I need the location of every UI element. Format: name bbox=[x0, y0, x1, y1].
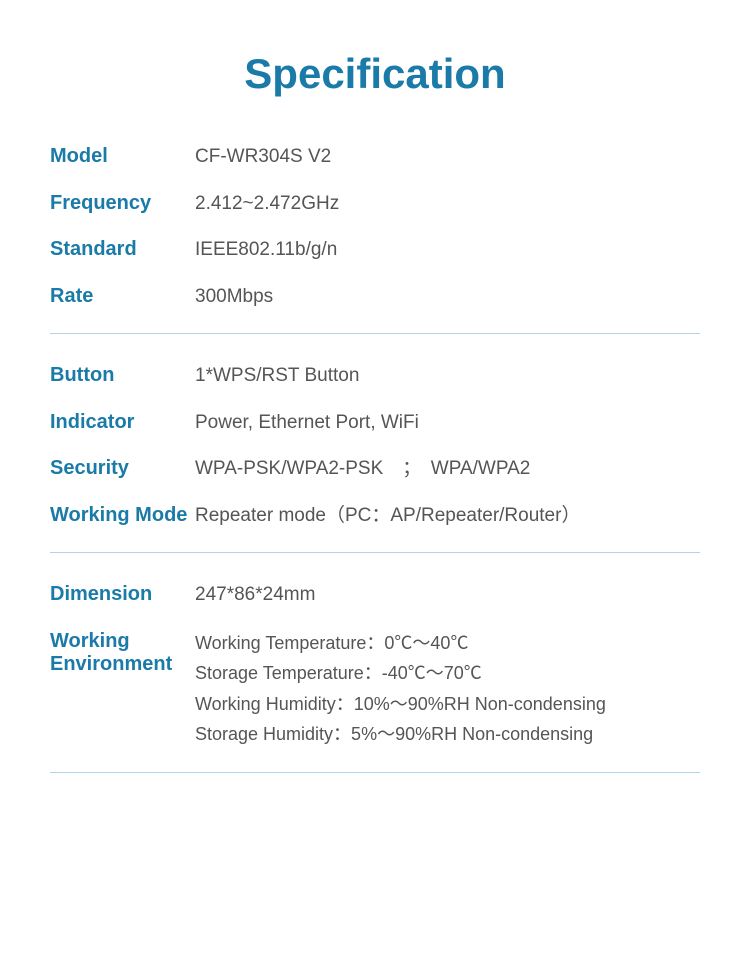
value-indicator: Power, Ethernet Port, WiFi bbox=[195, 409, 419, 438]
row-frequency: Frequency 2.412~2.472GHz bbox=[50, 190, 700, 219]
row-button: Button 1*WPS/RST Button bbox=[50, 362, 700, 391]
storage-temp: Storage Temperature：-40℃～70℃ bbox=[195, 658, 606, 689]
label-security: Security bbox=[50, 457, 195, 480]
label-working-mode: Working Mode bbox=[50, 504, 195, 527]
value-model: CF-WR304S V2 bbox=[195, 143, 331, 172]
label-model: Model bbox=[50, 145, 195, 168]
row-indicator: Indicator Power, Ethernet Port, WiFi bbox=[50, 409, 700, 438]
working-temp: Working Temperature：0℃～40℃ bbox=[195, 628, 606, 659]
storage-humidity: Storage Humidity：5%～90%RH Non-condensing bbox=[195, 719, 606, 750]
divider-3 bbox=[50, 772, 700, 773]
label-indicator: Indicator bbox=[50, 411, 195, 434]
page-container: Specification Model CF-WR304S V2 Frequen… bbox=[0, 0, 750, 958]
divider-1 bbox=[50, 333, 700, 334]
label-frequency: Frequency bbox=[50, 192, 195, 215]
label-button: Button bbox=[50, 364, 195, 387]
value-frequency: 2.412~2.472GHz bbox=[195, 190, 339, 219]
label-rate: Rate bbox=[50, 285, 195, 308]
section-rf: Model CF-WR304S V2 Frequency 2.412~2.472… bbox=[50, 143, 700, 311]
label-dimension: Dimension bbox=[50, 583, 195, 606]
divider-2 bbox=[50, 552, 700, 553]
row-model: Model CF-WR304S V2 bbox=[50, 143, 700, 172]
page-title: Specification bbox=[50, 50, 700, 98]
value-working-mode: Repeater mode（PC：AP/Repeater/Router） bbox=[195, 502, 580, 531]
row-security: Security WPA-PSK/WPA2-PSK ； WPA/WPA2 bbox=[50, 455, 700, 484]
label-working-env: WorkingEnvironment bbox=[50, 630, 195, 676]
row-working-env: WorkingEnvironment Working Temperature：0… bbox=[50, 628, 700, 750]
value-rate: 300Mbps bbox=[195, 283, 273, 312]
value-working-env: Working Temperature：0℃～40℃ Storage Tempe… bbox=[195, 628, 606, 750]
value-security: WPA-PSK/WPA2-PSK ； WPA/WPA2 bbox=[195, 455, 530, 484]
row-dimension: Dimension 247*86*24mm bbox=[50, 581, 700, 610]
row-rate: Rate 300Mbps bbox=[50, 283, 700, 312]
row-standard: Standard IEEE802.11b/g/n bbox=[50, 236, 700, 265]
working-humidity: Working Humidity：10%～90%RH Non-condensin… bbox=[195, 689, 606, 720]
value-standard: IEEE802.11b/g/n bbox=[195, 236, 337, 265]
row-working-mode: Working Mode Repeater mode（PC：AP/Repeate… bbox=[50, 502, 700, 531]
label-standard: Standard bbox=[50, 238, 195, 261]
value-dimension: 247*86*24mm bbox=[195, 581, 315, 610]
section-interface: Button 1*WPS/RST Button Indicator Power,… bbox=[50, 362, 700, 530]
value-button: 1*WPS/RST Button bbox=[195, 362, 359, 391]
section-physical: Dimension 247*86*24mm WorkingEnvironment… bbox=[50, 581, 700, 750]
